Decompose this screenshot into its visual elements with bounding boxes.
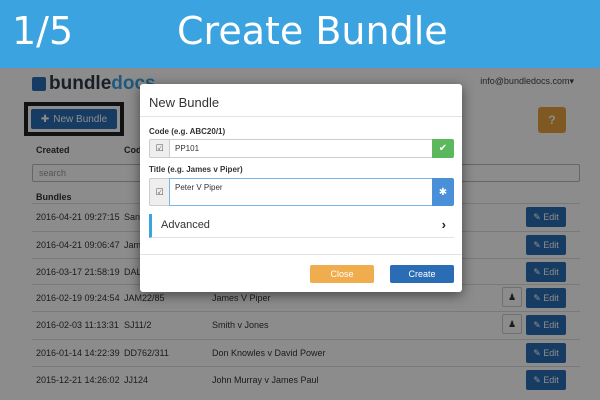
code-label: Code (e.g. ABC20/1) <box>149 127 226 136</box>
create-button[interactable]: Create <box>390 265 454 283</box>
tutorial-banner: 1/5 Create Bundle <box>0 0 600 68</box>
modal-header-divider <box>140 116 462 117</box>
modal-title: New Bundle <box>149 95 220 110</box>
chevron-right-icon: › <box>441 217 446 232</box>
new-bundle-modal: New Bundle Code (e.g. ABC20/1) ☑ PP101 ✔… <box>140 84 462 292</box>
edit-icon: ☑ <box>149 178 169 206</box>
advanced-section-toggle[interactable]: Advanced › <box>149 214 454 238</box>
code-input[interactable]: PP101 <box>169 139 433 158</box>
close-button[interactable]: Close <box>310 265 374 283</box>
asterisk-icon: ✱ <box>432 178 454 206</box>
modal-footer-divider <box>140 254 462 255</box>
edit-icon: ☑ <box>149 139 169 158</box>
step-counter: 1/5 <box>12 9 74 53</box>
title-input[interactable]: Peter V Piper <box>169 178 433 206</box>
advanced-label: Advanced <box>161 219 210 231</box>
check-icon: ✔ <box>432 139 454 158</box>
banner-title: Create Bundle <box>177 9 448 53</box>
title-label: Title (e.g. James v Piper) <box>149 165 243 174</box>
